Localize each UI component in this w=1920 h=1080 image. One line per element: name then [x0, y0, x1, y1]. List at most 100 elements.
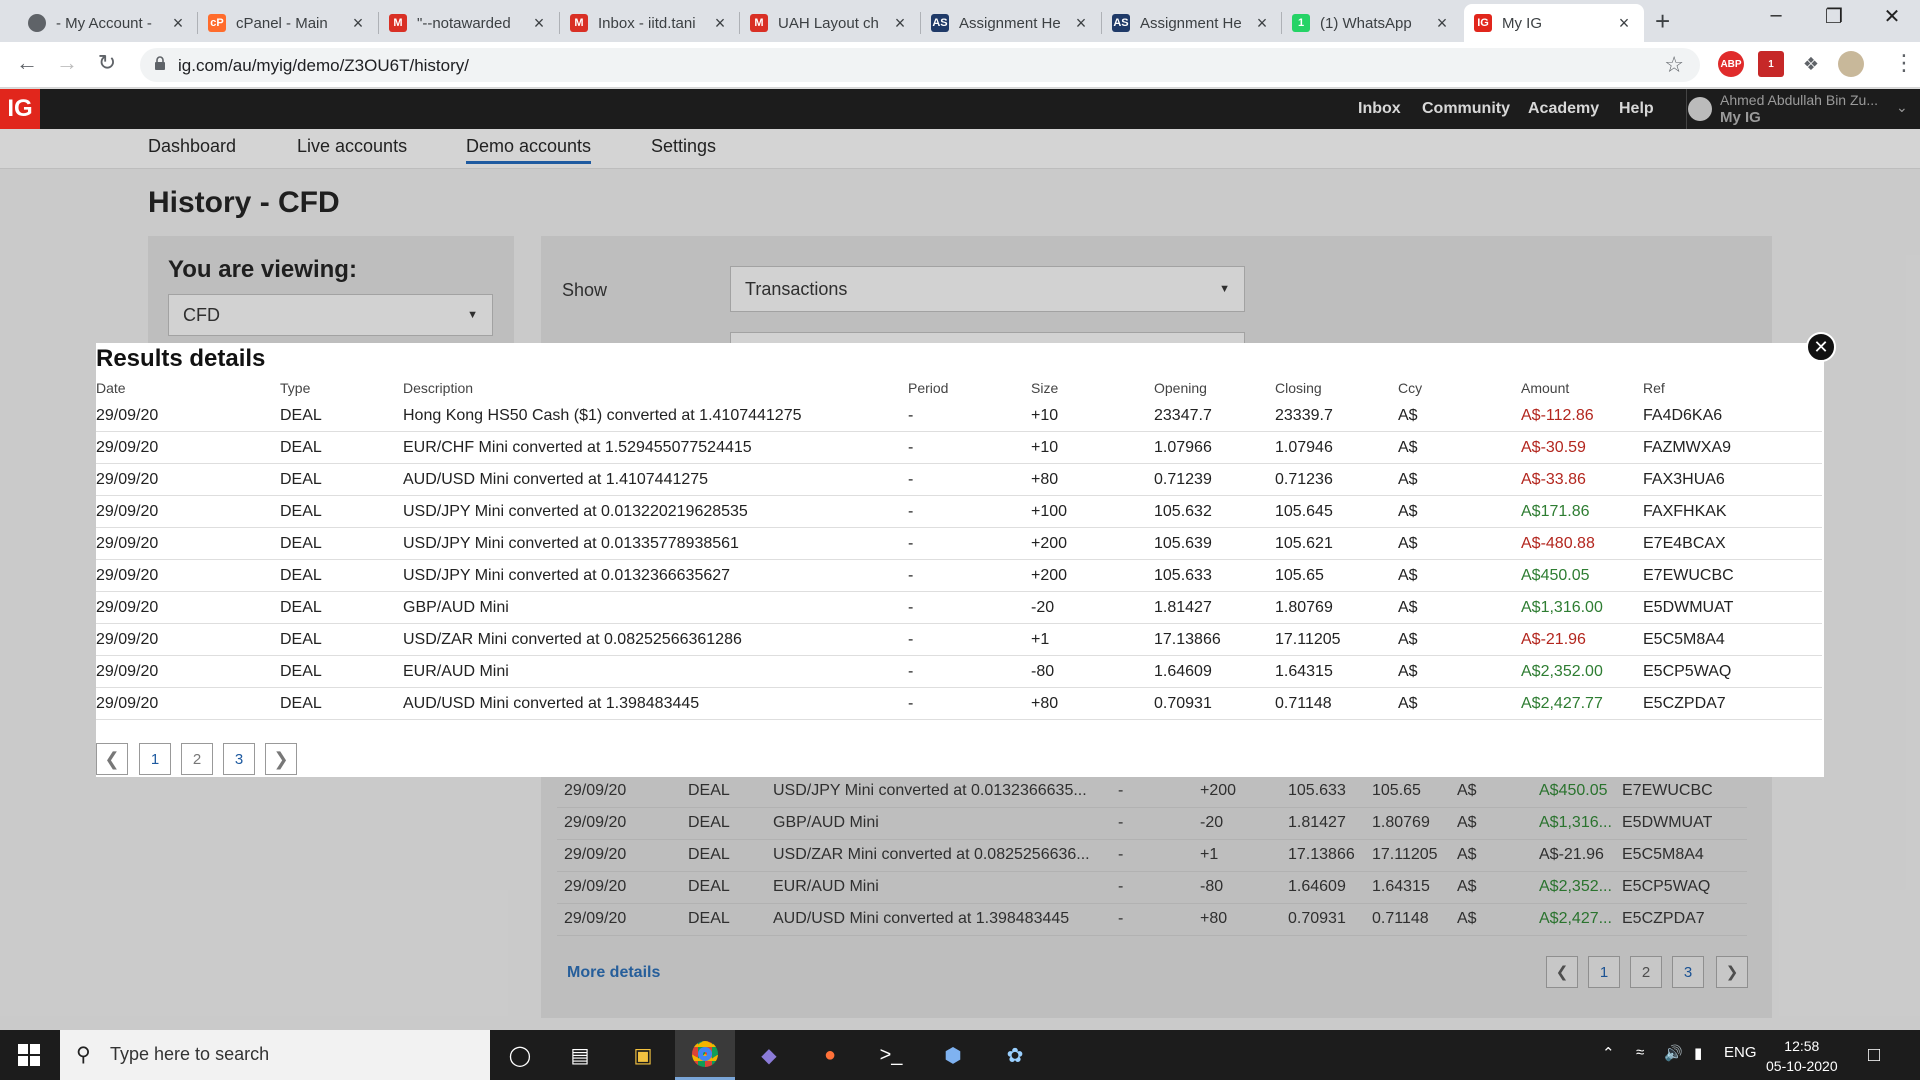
modal-prev-page-icon[interactable]: ❮ — [96, 743, 128, 775]
tab-close-icon[interactable]: × — [168, 13, 188, 34]
system-clock[interactable]: 12:58 05-10-2020 — [1766, 1036, 1838, 1076]
globe-icon — [28, 14, 46, 32]
cell-date: 29/09/20 — [96, 695, 159, 712]
modal-next-page-icon[interactable]: ❯ — [265, 743, 297, 775]
tab-close-icon[interactable]: × — [348, 13, 368, 34]
table-row[interactable]: 29/09/20 DEAL GBP/AUD Mini - -20 1.81427 1.807… — [96, 592, 1822, 624]
cell-ref: E7EWUCBC — [1643, 567, 1734, 584]
browser-tab[interactable]: cP cPanel - Main × — [198, 4, 378, 42]
cell-description: USD/JPY Mini converted at 0.013236663562… — [403, 567, 731, 584]
minimize-icon[interactable]: – — [1756, 4, 1796, 27]
ig-logo[interactable]: IG — [0, 89, 40, 129]
table-row[interactable]: 29/09/20 DEAL USD/JPY Mini converted at 0.… — [96, 528, 1822, 560]
tab-title: Assignment He — [1140, 14, 1242, 32]
extension-badge-icon[interactable]: 1 — [1758, 51, 1784, 77]
tab-separator — [739, 12, 740, 34]
cell-amount: A$-21.96 — [1521, 631, 1586, 648]
window-close-icon[interactable]: ✕ — [1872, 4, 1912, 29]
table-row[interactable]: 29/09/20 DEAL AUD/USD Mini converted at 1.… — [96, 688, 1822, 720]
battery-icon[interactable]: ▮ — [1694, 1044, 1702, 1062]
table-row[interactable]: 29/09/20 DEAL USD/JPY Mini converted at 0.… — [96, 560, 1822, 592]
browser-tab[interactable]: M "--notawarded × — [379, 4, 559, 42]
browser-tab[interactable]: 1 (1) WhatsApp × — [1282, 4, 1462, 42]
puzzle-icon[interactable]: ❖ — [1798, 51, 1824, 77]
cortana-icon[interactable]: ◯ — [503, 1038, 537, 1072]
user-name[interactable]: Ahmed Abdullah Bin Zu... — [1720, 92, 1878, 108]
terminal-icon[interactable]: >_ — [874, 1038, 908, 1072]
tab-close-icon[interactable]: × — [710, 13, 730, 34]
tab-close-icon[interactable]: × — [529, 13, 549, 34]
tab-separator — [378, 12, 379, 34]
restore-icon[interactable]: ❐ — [1814, 4, 1854, 29]
table-row[interactable]: 29/09/20 DEAL AUD/USD Mini converted at 1.… — [96, 464, 1822, 496]
firefox-icon[interactable]: ● — [813, 1038, 847, 1072]
adblock-icon[interactable]: ABP — [1718, 51, 1744, 77]
tab-close-icon[interactable]: × — [890, 13, 910, 34]
cell-date: 29/09/20 — [96, 471, 159, 488]
language-indicator[interactable]: ENG — [1724, 1044, 1757, 1061]
tab-close-icon[interactable]: × — [1432, 13, 1452, 34]
tab-demo-accounts[interactable]: Demo accounts — [466, 136, 592, 164]
cell-period: - — [908, 439, 914, 456]
nav-inbox[interactable]: Inbox — [1358, 100, 1401, 118]
file-explorer-icon[interactable]: ▣ — [626, 1038, 660, 1072]
wifi-icon[interactable]: ≈ — [1636, 1044, 1644, 1061]
tab-close-icon[interactable]: × — [1614, 13, 1634, 34]
table-row[interactable]: 29/09/20 DEAL EUR/AUD Mini - -80 1.64609 1.643… — [96, 656, 1822, 688]
volume-icon[interactable]: 🔊 — [1664, 1044, 1683, 1062]
new-tab-button[interactable]: + — [1655, 6, 1670, 37]
browser-tab[interactable]: AS Assignment He × — [921, 4, 1101, 42]
user-icon[interactable] — [1688, 97, 1712, 121]
address-bar[interactable]: ig.com/au/myig/demo/Z3OU6T/history/ ☆ — [140, 48, 1700, 82]
browser-tab[interactable]: AS Assignment He × — [1102, 4, 1282, 42]
cell-amount: A$450.05 — [1521, 567, 1590, 584]
gmail-icon: M — [389, 14, 407, 32]
chevron-down-icon[interactable]: ⌄ — [1896, 99, 1908, 116]
tab-close-icon[interactable]: × — [1071, 13, 1091, 34]
cell-ccy: A$ — [1398, 503, 1418, 520]
task-view-icon[interactable]: ▤ — [563, 1038, 597, 1072]
git-icon[interactable]: ◆ — [752, 1038, 786, 1072]
tab-title: My IG — [1502, 14, 1542, 32]
table-row[interactable]: 29/09/20 DEAL USD/JPY Mini converted at 0.… — [96, 496, 1822, 528]
column-header-period: Period — [908, 380, 949, 396]
table-row[interactable]: 29/09/20 DEAL Hong Kong HS50 Cash ($1) con… — [96, 400, 1822, 432]
paint-icon[interactable]: ✿ — [998, 1038, 1032, 1072]
reload-icon[interactable]: ↻ — [92, 50, 122, 76]
tray-chevron-icon[interactable]: ⌃ — [1602, 1044, 1615, 1062]
browser-tab[interactable]: M Inbox - iitd.tani × — [560, 4, 740, 42]
menu-kebab-icon[interactable]: ⋮ — [1893, 50, 1915, 76]
tab-live-accounts[interactable]: Live accounts — [297, 136, 407, 157]
tab-settings[interactable]: Settings — [651, 136, 716, 157]
back-icon[interactable]: ← — [12, 50, 42, 76]
cell-period: - — [908, 695, 914, 712]
virtualbox-icon[interactable]: ⬢ — [936, 1038, 970, 1072]
browser-tab[interactable]: IG My IG × — [1464, 4, 1644, 42]
cell-period: - — [908, 599, 914, 616]
table-row[interactable]: 29/09/20 DEAL EUR/CHF Mini converted at 1.… — [96, 432, 1822, 464]
forward-icon[interactable]: → — [52, 50, 82, 76]
table-row[interactable]: 29/09/20 DEAL USD/ZAR Mini converted at 0.… — [96, 624, 1822, 656]
tab-close-icon[interactable]: × — [1252, 13, 1272, 34]
bookmark-star-icon[interactable]: ☆ — [1664, 52, 1684, 78]
browser-tab[interactable]: M UAH Layout ch × — [740, 4, 920, 42]
tab-dashboard[interactable]: Dashboard — [148, 136, 236, 157]
cell-opening: 105.632 — [1154, 503, 1212, 520]
modal-page-1-button[interactable]: 1 — [139, 743, 171, 775]
cell-description: USD/ZAR Mini converted at 0.082525663612… — [403, 631, 742, 648]
nav-academy[interactable]: Academy — [1528, 100, 1599, 118]
browser-tab[interactable]: - My Account - × — [18, 4, 198, 42]
modal-page-2-button[interactable]: 2 — [181, 743, 213, 775]
cell-date: 29/09/20 — [96, 567, 159, 584]
nav-community[interactable]: Community — [1422, 100, 1510, 118]
windows-start-icon[interactable] — [18, 1044, 40, 1066]
modal-page-3-button[interactable]: 3 — [223, 743, 255, 775]
cell-type: DEAL — [280, 663, 322, 680]
notifications-icon[interactable]: □ — [1868, 1044, 1880, 1067]
profile-avatar[interactable] — [1838, 51, 1864, 77]
user-account[interactable]: My IG — [1720, 109, 1761, 126]
nav-help[interactable]: Help — [1619, 100, 1654, 118]
taskbar-search-box[interactable]: ⚲ Type here to search — [60, 1030, 490, 1080]
chrome-icon[interactable] — [675, 1030, 735, 1080]
modal-close-button[interactable]: ✕ — [1806, 332, 1836, 362]
